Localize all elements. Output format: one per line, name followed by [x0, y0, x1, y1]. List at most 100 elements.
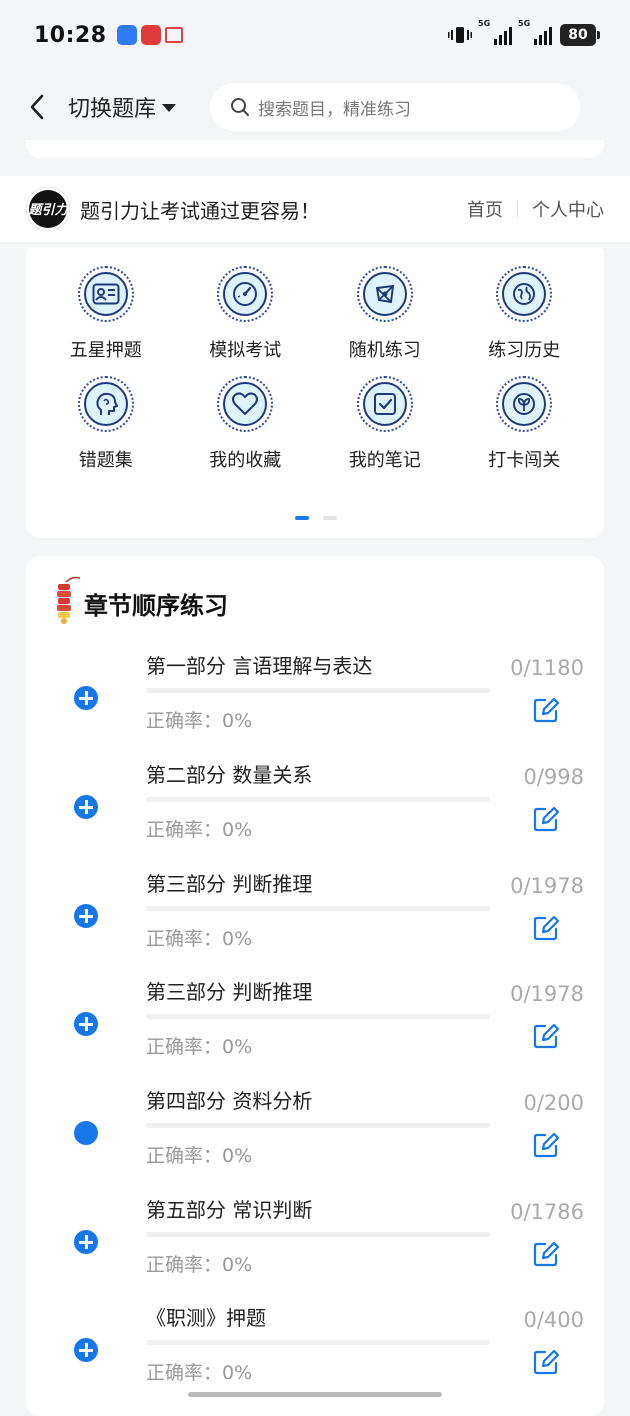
chapter-section-title: 章节顺序练习 [84, 592, 228, 620]
edit-icon[interactable] [532, 1022, 560, 1050]
grid-label: 打卡闯关 [488, 450, 561, 471]
accuracy-rate: 正确率：0% [146, 710, 253, 732]
chapter-row[interactable]: 第五部分 常识判断 正确率：0% 0/1786 [26, 1184, 604, 1293]
progress-bar [146, 1232, 490, 1237]
edit-icon[interactable] [532, 1240, 560, 1268]
expand-plus-icon[interactable] [74, 1230, 98, 1254]
chapter-name: 第四部分 资料分析 [146, 1089, 313, 1113]
question-count: 0/1180 [510, 656, 584, 680]
chapter-name: 第三部分 判断推理 [146, 872, 313, 896]
app-header: 切换题库 搜索题目，精准练习 [0, 70, 630, 144]
search-input[interactable]: 搜索题目，精准练习 [210, 83, 581, 131]
grid-icon-ring [77, 376, 134, 432]
grid-icon-ring [217, 266, 274, 322]
vibrate-icon [448, 27, 472, 43]
grid-item-check-in[interactable]: 打卡闯关 [455, 376, 595, 472]
note-check-icon [362, 382, 407, 426]
question-count: 0/1786 [510, 1200, 584, 1224]
progress-bar [146, 688, 490, 693]
expand-plus-icon[interactable] [74, 686, 98, 710]
grid-icon-ring [356, 266, 413, 322]
app-notification-icon [164, 27, 183, 43]
grid-item-random-practice[interactable]: 随机练习 [315, 266, 455, 362]
slogan-text: 题引力让考试通过更容易！ [80, 198, 320, 223]
edit-icon[interactable] [532, 914, 560, 942]
globe-icon [502, 272, 547, 316]
grid-icon-ring [217, 376, 274, 432]
signal-icon: 5G [518, 19, 552, 45]
edit-icon[interactable] [532, 1131, 560, 1159]
signal-icon: 5G [478, 19, 512, 45]
status-time: 10:28 [34, 22, 107, 48]
switch-bank-dropdown[interactable]: 切换题库 [68, 91, 177, 123]
firecracker-icon [57, 576, 81, 624]
battery-icon: 80 [560, 24, 600, 46]
profile-link[interactable]: 个人中心 [532, 196, 604, 222]
network-type: 5G [478, 19, 491, 28]
grid-icon-ring [496, 266, 553, 322]
id-card-icon [83, 272, 128, 316]
accuracy-rate: 正确率：0% [146, 1036, 253, 1058]
question-count: 0/200 [523, 1091, 584, 1115]
chapter-name: 第三部分 判断推理 [146, 980, 313, 1004]
chapter-row[interactable]: 《职测》押题 正确率：0% 0/400 [26, 1292, 604, 1401]
grid-label: 我的笔记 [348, 450, 421, 471]
accuracy-rate: 正确率：0% [146, 1254, 253, 1276]
expand-plus-icon[interactable] [74, 795, 98, 819]
status-dot-icon[interactable] [74, 1121, 98, 1145]
feature-grid-card: 五星押题 模拟考试 随机练习 练习历史 错题集 我的收藏 我的笔记 打卡闯关 [26, 248, 604, 538]
notification-icons [116, 25, 183, 45]
expand-plus-icon[interactable] [74, 1338, 98, 1362]
grid-icon-ring [496, 376, 553, 432]
grid-item-notes[interactable]: 我的笔记 [315, 376, 455, 472]
network-icon [362, 272, 407, 316]
chevron-left-icon [30, 94, 44, 120]
progress-bar [146, 1123, 490, 1128]
app-notification-icon [140, 25, 161, 45]
edit-icon[interactable] [532, 1348, 560, 1376]
divider [517, 201, 518, 217]
grid-item-history[interactable]: 练习历史 [455, 266, 595, 362]
gauge-icon [223, 272, 268, 316]
search-placeholder: 搜索题目，精准练习 [258, 99, 412, 120]
home-indicator[interactable] [188, 1392, 442, 1397]
heart-icon [223, 382, 268, 426]
edit-icon[interactable] [532, 696, 560, 724]
grid-label: 五星押题 [69, 340, 142, 361]
leaf-icon [502, 382, 547, 426]
grid-label: 我的收藏 [209, 450, 282, 471]
accuracy-rate: 正确率：0% [146, 819, 253, 841]
chapter-row[interactable]: 第二部分 数量关系 正确率：0% 0/998 [26, 749, 604, 858]
home-link[interactable]: 首页 [467, 196, 503, 222]
grid-item-wrong-questions[interactable]: 错题集 [36, 376, 176, 472]
chapter-row[interactable]: 第四部分 资料分析 正确率：0% 0/200 [26, 1075, 604, 1184]
switch-bank-label: 切换题库 [68, 97, 157, 122]
svg-text:题引力: 题引力 [27, 202, 69, 218]
caret-down-icon [162, 104, 177, 112]
battery-level: 80 [568, 27, 588, 43]
status-bar: 10:28 5G 5G 80 [0, 0, 630, 70]
chapter-row[interactable]: 第三部分 判断推理 正确率：0% 0/1978 [26, 858, 604, 967]
network-type: 5G [518, 19, 531, 28]
promo-bar: 题引力 题引力让考试通过更容易！ 首页 个人中心 [0, 176, 630, 242]
progress-bar [146, 906, 490, 911]
promo-links: 首页 个人中心 [467, 196, 604, 222]
grid-item-five-star[interactable]: 五星押题 [36, 266, 176, 362]
grid-icon-ring [356, 376, 413, 432]
app-notification-icon [116, 25, 137, 45]
progress-bar [146, 1014, 490, 1019]
expand-plus-icon[interactable] [74, 904, 98, 928]
chapter-row[interactable]: 第一部分 言语理解与表达 正确率：0% 0/1180 [26, 640, 604, 749]
page-dot-active [295, 516, 309, 520]
question-count: 0/1978 [510, 874, 584, 898]
grid-item-favorites[interactable]: 我的收藏 [176, 376, 316, 472]
accuracy-rate: 正确率：0% [146, 1362, 253, 1384]
back-button[interactable] [8, 77, 68, 137]
edit-icon[interactable] [532, 805, 560, 833]
card-remnant [26, 140, 604, 158]
accuracy-rate: 正确率：0% [146, 1145, 253, 1167]
expand-plus-icon[interactable] [74, 1012, 98, 1036]
grid-icon-ring [77, 266, 134, 322]
grid-item-mock-exam[interactable]: 模拟考试 [176, 266, 316, 362]
chapter-row[interactable]: 第三部分 判断推理 正确率：0% 0/1978 [26, 966, 604, 1075]
